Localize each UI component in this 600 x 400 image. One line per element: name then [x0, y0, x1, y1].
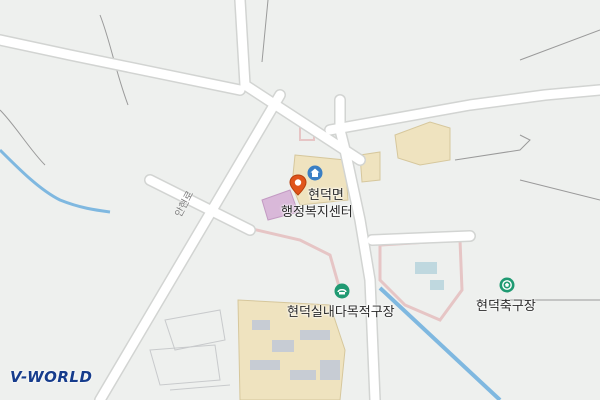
house-icon[interactable]	[307, 165, 323, 181]
lower-left-blocks	[149, 309, 231, 391]
trails	[0, 0, 600, 301]
indoor-gym-label: 현덕실내다목적구장	[287, 305, 395, 320]
location-pin-icon[interactable]	[289, 174, 307, 196]
soccer-ball-icon[interactable]	[499, 277, 515, 293]
map-base-layer	[0, 0, 600, 400]
stream-west	[0, 148, 111, 214]
map-view[interactable]: 현덕면 행정복지센터 현덕실내다목적구장 현덕축구장 안현로 V-WORLD	[0, 0, 600, 400]
sports-facility-icon[interactable]	[334, 283, 350, 299]
welfare-center-label-line2: 행정복지센터	[281, 205, 353, 220]
vworld-logo: V-WORLD	[10, 368, 93, 386]
soccer-field-label: 현덕축구장	[476, 299, 536, 314]
